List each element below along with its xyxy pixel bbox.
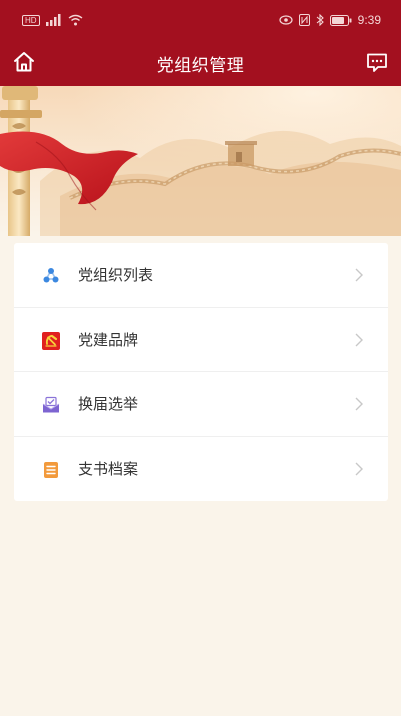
wifi-icon (68, 14, 82, 26)
party-emblem-icon (42, 331, 60, 350)
message-icon[interactable] (365, 50, 389, 74)
menu-item-election[interactable]: 换届选举 (14, 372, 388, 437)
nfc-icon (298, 14, 310, 26)
menu-item-label: 党组织列表 (78, 266, 154, 285)
status-bar: HD 9:39 (0, 0, 401, 40)
chevron-right-icon (355, 397, 363, 411)
status-right: 9:39 (279, 13, 381, 27)
battery-icon (329, 14, 352, 26)
page-title: 党组织管理 (156, 55, 245, 76)
hd-badge: HD (22, 14, 40, 26)
chevron-right-icon (355, 333, 363, 346)
menu-item-party-brand[interactable]: 党建品牌 (14, 308, 388, 372)
ballot-envelope-icon (42, 396, 60, 413)
menu-item-secretary-archive[interactable]: 支书档案 (14, 437, 388, 502)
menu-card: 党组织列表 党建品牌 换届选举 支书档案 (14, 243, 388, 501)
menu-item-label: 支书档案 (78, 460, 139, 479)
signal-icon (45, 14, 61, 26)
home-icon[interactable] (12, 50, 36, 74)
menu-item-org-list[interactable]: 党组织列表 (14, 243, 388, 308)
archive-list-icon (44, 461, 58, 478)
nav-bar: 党组织管理 (0, 40, 401, 86)
menu-item-label: 党建品牌 (78, 330, 139, 349)
org-tree-icon (43, 268, 59, 283)
status-time: 9:39 (357, 13, 381, 27)
menu-item-label: 换届选举 (78, 395, 139, 414)
bluetooth-icon (316, 14, 324, 26)
great-wall-illustration (0, 86, 401, 236)
status-left: HD (22, 14, 83, 26)
chevron-right-icon (355, 268, 363, 282)
eye-icon (279, 15, 293, 25)
chevron-right-icon (355, 462, 363, 475)
header-banner-image (0, 86, 401, 236)
